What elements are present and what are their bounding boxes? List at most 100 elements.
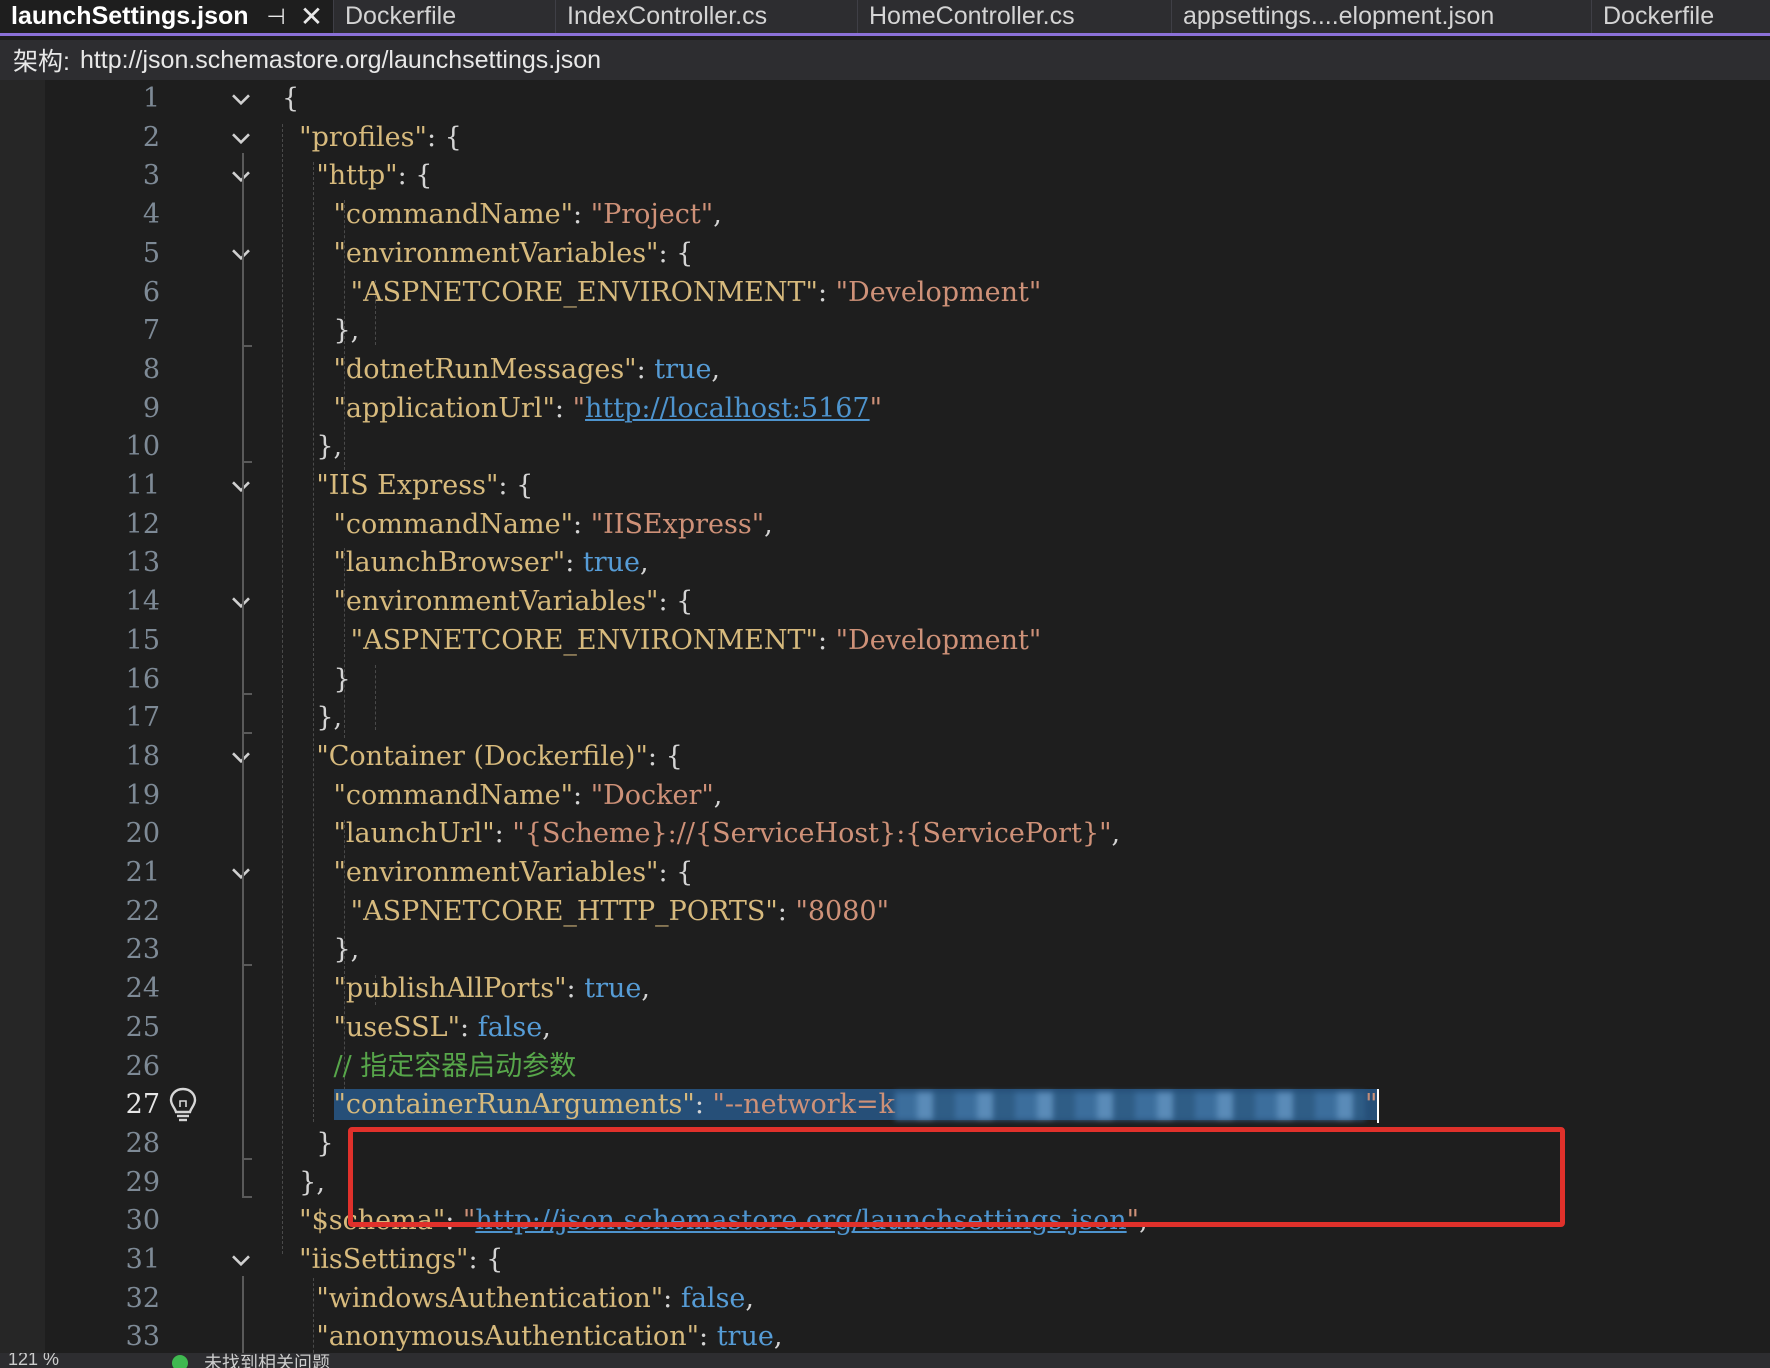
- tab-label: Dockerfile: [1603, 2, 1715, 30]
- chevron-down-icon[interactable]: [228, 235, 254, 274]
- code-line-1: {: [282, 83, 300, 114]
- chevron-down-icon[interactable]: [228, 119, 254, 158]
- code-line-29: },: [299, 1166, 325, 1198]
- code-line-25: "useSSL": false,: [333, 1011, 551, 1043]
- chevron-down-icon[interactable]: [228, 854, 254, 893]
- line-number: 4: [142, 199, 160, 231]
- line-number: 18: [125, 740, 160, 772]
- code-line-6: "ASPNETCORE_ENVIRONMENT": "Development": [350, 276, 1042, 308]
- code-line-12: "commandName": "IISExpress",: [333, 508, 773, 540]
- code-line-9: "applicationUrl": "http://localhost:5167…: [333, 392, 883, 424]
- fold-region-line: [242, 153, 244, 1199]
- redacted-value: [895, 1091, 1366, 1120]
- tab-homecontroller[interactable]: HomeController.cs: [858, 0, 1172, 33]
- code-line-4: "commandName": "Project",: [333, 199, 722, 231]
- line-number: 8: [142, 353, 160, 385]
- line-number: 21: [125, 857, 160, 888]
- code-line-16: }: [333, 663, 351, 695]
- lightbulb-icon[interactable]: [164, 1085, 202, 1123]
- code-line-2: "profiles": {: [299, 121, 462, 153]
- code-line-24: "publishAllPorts": true,: [333, 973, 650, 1005]
- line-number: 17: [125, 702, 160, 734]
- line-number: 10: [125, 431, 160, 463]
- code-line-33: "anonymousAuthentication": true,: [316, 1321, 783, 1353]
- code-line-3: "http": {: [316, 160, 433, 192]
- fold-region-end: [242, 1196, 252, 1199]
- code-line-26: // 指定容器启动参数: [282, 1048, 577, 1087]
- chevron-down-icon[interactable]: [228, 80, 254, 119]
- line-number: 14: [125, 586, 160, 618]
- schema-label: 架构:: [13, 48, 70, 76]
- fold-region-line: [242, 1275, 244, 1353]
- chevron-down-icon[interactable]: [228, 157, 254, 196]
- tab-indexcontroller[interactable]: IndexController.cs: [556, 0, 858, 33]
- line-number: 24: [125, 973, 160, 1005]
- line-number: 25: [125, 1011, 160, 1043]
- tab-label: Dockerfile: [345, 2, 457, 30]
- line-number: 16: [125, 663, 160, 695]
- line-number: 29: [125, 1166, 160, 1198]
- code-line-32: "windowsAuthentication": false,: [316, 1282, 754, 1314]
- line-number: 33: [125, 1321, 160, 1353]
- line-number: 27: [125, 1089, 160, 1121]
- line-number: 1: [142, 83, 160, 114]
- line-number: 23: [125, 934, 160, 966]
- document-tab-strip: launchSettings.json ⊣ ✕ Dockerfile Index…: [0, 0, 1770, 36]
- issues-status[interactable]: 未找到相关问题: [204, 1353, 330, 1368]
- tab-dockerfile[interactable]: Dockerfile: [334, 0, 556, 33]
- code-line-15: "ASPNETCORE_ENVIRONMENT": "Development": [350, 624, 1042, 656]
- tab-dockerfile-2[interactable]: Dockerfile: [1592, 0, 1770, 33]
- line-number: 3: [142, 160, 160, 192]
- line-number: 2: [142, 121, 160, 153]
- tab-launchsettings-json[interactable]: launchSettings.json ⊣ ✕: [0, 0, 334, 33]
- line-number: 5: [142, 237, 160, 269]
- code-line-19: "commandName": "Docker",: [333, 779, 723, 811]
- tab-label: launchSettings.json: [11, 2, 249, 30]
- chevron-down-icon[interactable]: [228, 467, 254, 506]
- line-number: 9: [142, 392, 160, 424]
- line-number: 32: [125, 1282, 160, 1314]
- line-number: 31: [125, 1244, 160, 1275]
- chevron-down-icon[interactable]: [228, 738, 254, 777]
- code-line-5: "environmentVariables": {: [333, 237, 694, 269]
- tab-label: appsettings....elopment.json: [1183, 2, 1495, 30]
- code-comment: // 指定容器启动参数: [333, 1050, 577, 1082]
- line-number: 12: [125, 508, 160, 540]
- code-editor[interactable]: 1 2 3 4 5 6 7 8 9 10 11 12 13 14 15 16 17 18 19 20 21 22 23 24 2…: [0, 80, 1770, 1353]
- close-icon[interactable]: ✕: [300, 0, 323, 33]
- tab-appsettings-development[interactable]: appsettings....elopment.json: [1172, 0, 1592, 33]
- code-line-22: "ASPNETCORE_HTTP_PORTS": "8080": [350, 895, 889, 927]
- code-line-10: },: [316, 431, 343, 463]
- line-number: 15: [125, 624, 160, 656]
- schema-url[interactable]: http://json.schemastore.org/launchsettin…: [80, 46, 601, 75]
- code-line-23: },: [333, 934, 360, 966]
- tab-label: IndexController.cs: [567, 2, 768, 30]
- localhost-link[interactable]: http://localhost:5167: [585, 393, 870, 424]
- line-number: 30: [125, 1205, 160, 1237]
- code-line-18: "Container (Dockerfile)": {: [316, 740, 683, 772]
- code-line-7: },: [333, 315, 360, 347]
- line-number: 26: [125, 1050, 160, 1082]
- code-line-14: "environmentVariables": {: [333, 586, 694, 618]
- line-number: 11: [125, 470, 160, 501]
- code-line-21: "environmentVariables": {: [333, 857, 694, 888]
- status-bar: 121 % 未找到相关问题: [0, 1353, 1770, 1368]
- line-number: 20: [125, 818, 160, 850]
- pin-icon[interactable]: ⊣: [267, 4, 286, 30]
- code-line-17: },: [316, 702, 343, 734]
- chevron-down-icon[interactable]: [228, 583, 254, 622]
- text-caret: [1377, 1088, 1380, 1123]
- check-icon: [172, 1355, 188, 1368]
- line-number: 7: [142, 315, 160, 347]
- code-line-8: "dotnetRunMessages": true,: [333, 353, 721, 385]
- editor-margin: [0, 80, 45, 1353]
- indent-guide: [375, 665, 376, 730]
- code-line-20: "launchUrl": "{Scheme}://{ServiceHost}:{…: [333, 818, 1121, 850]
- annotation-highlight-box: [348, 1127, 1565, 1227]
- zoom-level[interactable]: 121 %: [8, 1353, 59, 1368]
- line-number: 13: [125, 547, 160, 579]
- line-number: 19: [125, 779, 160, 811]
- line-number: 28: [125, 1127, 160, 1159]
- chevron-down-icon[interactable]: [228, 1241, 254, 1280]
- code-line-28: }: [316, 1127, 334, 1159]
